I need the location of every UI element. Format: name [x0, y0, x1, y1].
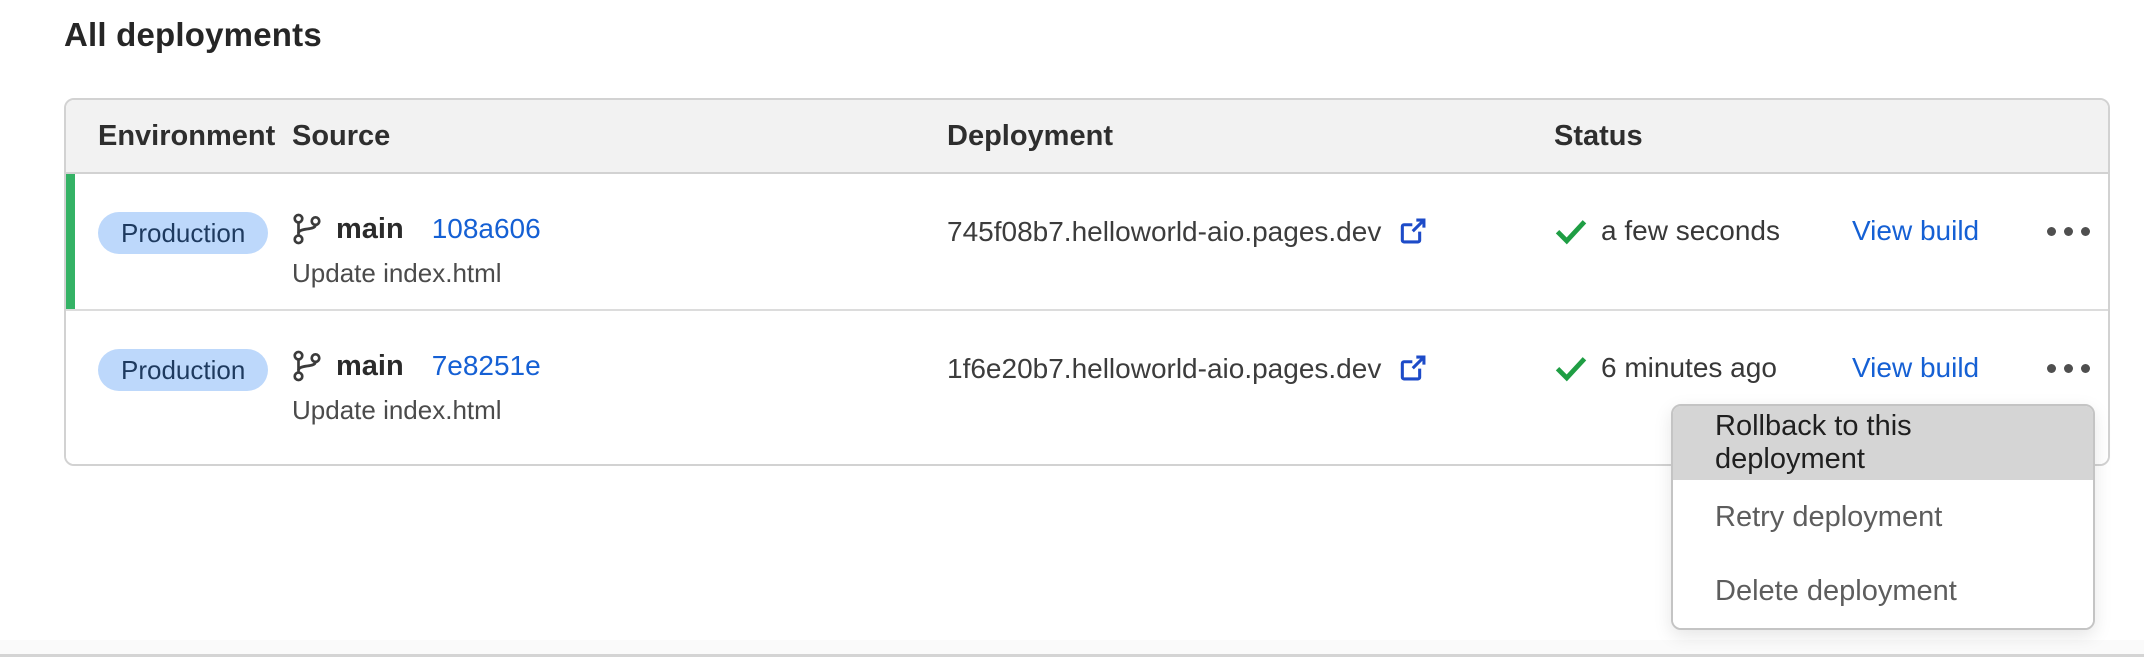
deployment-url: 745f08b7.helloworld-aio.pages.dev	[947, 212, 1381, 252]
menu-item-retry[interactable]: Retry deployment	[1673, 480, 2093, 554]
row-actions-button[interactable]	[2047, 349, 2110, 387]
menu-item-rollback[interactable]: Rollback to this deployment	[1673, 406, 2093, 480]
branch-name: main	[336, 213, 404, 246]
ellipsis-icon	[2047, 364, 2056, 373]
column-header-source: Source	[292, 120, 947, 153]
deployment-row: Production main 108a606 Update index.htm…	[66, 174, 2108, 311]
git-branch-icon	[292, 349, 322, 383]
environment-badge: Production	[98, 349, 268, 391]
view-build-link[interactable]: View build	[1852, 352, 1979, 383]
commit-message: Update index.html	[292, 258, 947, 289]
status-time: 6 minutes ago	[1601, 349, 1777, 387]
page-section-divider	[0, 640, 2144, 657]
page-title: All deployments	[64, 16, 322, 54]
success-check-icon	[1554, 353, 1588, 383]
column-header-status: Status	[1554, 120, 2108, 153]
commit-hash-link[interactable]: 108a606	[432, 213, 541, 245]
git-branch-icon	[292, 212, 322, 246]
branch-name: main	[336, 350, 404, 383]
column-header-deployment: Deployment	[947, 120, 1554, 153]
environment-badge: Production	[98, 212, 268, 254]
deployment-actions-menu: Rollback to this deployment Retry deploy…	[1671, 404, 2095, 630]
table-header-row: Environment Source Deployment Status	[66, 100, 2108, 174]
column-header-environment: Environment	[98, 120, 292, 153]
external-link-icon[interactable]	[1397, 215, 1429, 247]
status-time: a few seconds	[1601, 212, 1780, 250]
commit-message: Update index.html	[292, 395, 947, 426]
active-deployment-indicator	[66, 174, 75, 309]
view-build-link[interactable]: View build	[1852, 215, 1979, 246]
external-link-icon[interactable]	[1397, 352, 1429, 384]
menu-item-delete[interactable]: Delete deployment	[1673, 554, 2093, 628]
ellipsis-icon	[2047, 227, 2056, 236]
commit-hash-link[interactable]: 7e8251e	[432, 350, 541, 382]
success-check-icon	[1554, 216, 1588, 246]
deployment-url: 1f6e20b7.helloworld-aio.pages.dev	[947, 349, 1381, 389]
row-actions-button[interactable]	[2047, 212, 2110, 250]
